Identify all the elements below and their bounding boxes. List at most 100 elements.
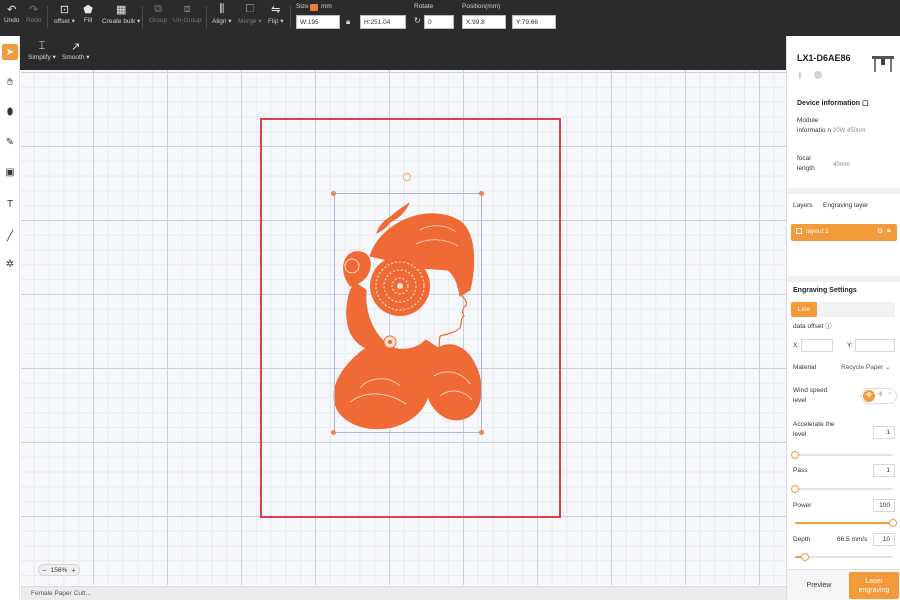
create-bulk-label: Create bulk ▾ xyxy=(102,18,141,25)
focal-length-label: focal length xyxy=(797,155,815,172)
position-label: Position(mm) xyxy=(462,3,501,10)
zoom-level: 156% xyxy=(50,566,68,574)
smooth-button[interactable]: ↗ Smooth ▾ xyxy=(62,40,89,61)
depth-label: Depth xyxy=(793,536,811,543)
wifi-status-icon xyxy=(814,71,822,79)
resize-handle[interactable] xyxy=(331,191,336,196)
lock-ratio-icon[interactable]: 🔒︎ xyxy=(346,17,350,27)
offset-y-input[interactable] xyxy=(855,339,895,352)
accelerate-slider[interactable] xyxy=(791,451,893,459)
create-bulk-button[interactable]: ▦ Create bulk ▾ xyxy=(102,3,141,26)
merge-button[interactable]: ⧠ Merge ▾ xyxy=(238,3,262,26)
laser-device-icon xyxy=(872,56,894,72)
device-info-title[interactable]: Device information ▢ xyxy=(797,99,869,107)
rotate-input[interactable]: 0 xyxy=(424,15,454,29)
preview-button[interactable]: Preview xyxy=(793,576,845,596)
power-slider[interactable] xyxy=(795,519,897,527)
fan-off-icon[interactable]: ○ xyxy=(888,391,892,397)
mode-selector: Line xyxy=(791,302,895,317)
mode-line-button[interactable]: Line xyxy=(791,302,817,317)
height-input[interactable]: H:251.04 xyxy=(360,15,406,29)
fill-label: Fill xyxy=(83,17,93,24)
section-divider xyxy=(787,188,900,194)
group-icon: ⧉ xyxy=(154,2,162,15)
toolbar-divider xyxy=(142,6,143,28)
laser-engraving-button[interactable]: Laser engraving xyxy=(849,572,899,599)
line-tool-icon[interactable]: ╱ xyxy=(2,228,18,244)
tab-engraving-layer[interactable]: Engraving layer xyxy=(823,201,868,211)
depth-input[interactable]: 10 xyxy=(873,533,895,546)
wind-speed-label: Wind speed level xyxy=(793,387,828,404)
power-label: Power xyxy=(793,502,812,509)
select-tool-icon[interactable]: ➤ xyxy=(2,44,18,60)
info-icon: ▢ xyxy=(861,100,869,107)
fan-high-icon[interactable]: ✤ xyxy=(863,390,875,402)
layer-settings-icon[interactable]: ⚙ xyxy=(877,227,883,235)
shape-tool-icon[interactable]: ⬮ xyxy=(2,104,18,120)
fill-button[interactable]: ⬟ Fill xyxy=(82,3,94,25)
simplify-label: Simplify ▾ xyxy=(28,54,56,61)
pass-slider-knob[interactable] xyxy=(791,485,799,493)
engraving-settings-title: Engraving Settings xyxy=(793,287,857,294)
offset-label: offset ▾ xyxy=(54,18,75,25)
image-tool-icon[interactable]: ▣ xyxy=(2,164,18,180)
undo-button[interactable]: ↶ Undo xyxy=(4,3,20,25)
zoom-in-button[interactable]: + xyxy=(71,566,76,575)
redo-button[interactable]: ↷ Redo xyxy=(26,3,42,25)
flip-button[interactable]: ⇋ Flip ▾ xyxy=(268,3,284,26)
accelerate-input[interactable]: 1 xyxy=(873,426,895,439)
hand-tool-icon[interactable]: ✋︎ xyxy=(2,74,18,90)
toolbar-divider xyxy=(206,6,207,28)
file-tab-bar: Female Paper Cutt... xyxy=(21,586,786,600)
undo-icon: ↶ xyxy=(7,3,17,16)
position-y-input[interactable]: Y:79.66 xyxy=(512,15,556,29)
pen-tool-icon[interactable]: ✎ xyxy=(2,134,18,150)
accelerate-slider-knob[interactable] xyxy=(791,451,799,459)
text-tool-icon[interactable]: T xyxy=(2,196,18,212)
ungroup-label: Un-Group xyxy=(173,17,202,24)
fill-icon: ⬟ xyxy=(83,3,93,16)
rotate-handle[interactable] xyxy=(403,173,411,181)
align-button[interactable]: ⫼ Align ▾ xyxy=(212,2,232,26)
pass-input[interactable]: 1 xyxy=(873,464,895,477)
group-button[interactable]: ⧉ Group xyxy=(149,2,167,25)
simplify-button[interactable]: ⌶ Simplify ▾ xyxy=(28,40,56,61)
offset-y-label: Y: xyxy=(847,342,853,349)
ungroup-button[interactable]: ⧈ Un-Group xyxy=(173,3,202,25)
fan-mid-icon[interactable]: ✣ xyxy=(878,391,883,398)
power-input[interactable]: 100 xyxy=(873,499,895,512)
top-toolbar: ↶ Undo ↷ Redo ⊡ offset ▾ ⬟ Fill ▦ Create… xyxy=(0,0,900,36)
depth-slider-knob[interactable] xyxy=(800,553,809,561)
offset-button[interactable]: ⊡ offset ▾ xyxy=(54,3,75,26)
layer-row[interactable]: layout 1 ⚙ 🔒︎ xyxy=(791,224,897,241)
wind-speed-selector: ✤ ✣ ○ xyxy=(861,388,897,404)
offset-x-input[interactable] xyxy=(801,339,833,352)
toolbar-divider xyxy=(290,6,291,28)
width-input[interactable]: W:195 xyxy=(296,15,340,29)
material-select[interactable]: Recycle Paper ⌄ xyxy=(841,363,891,373)
power-slider-knob[interactable] xyxy=(889,519,897,527)
align-icon: ⫼ xyxy=(219,2,225,15)
resize-handle[interactable] xyxy=(479,430,484,435)
grid-icon: ▦ xyxy=(115,3,127,16)
size-label: Size xyxy=(296,3,309,10)
left-toolbar: ➤ ✋︎ ⬮ ✎ ▣ T ╱ ✲ xyxy=(0,36,20,600)
depth-slider[interactable] xyxy=(795,553,893,561)
unit-toggle[interactable] xyxy=(310,4,318,11)
material-label: Material xyxy=(793,364,817,371)
unit-label: mm xyxy=(321,3,332,10)
pass-slider[interactable] xyxy=(791,485,893,493)
zoom-out-button[interactable]: − xyxy=(42,566,47,575)
layer-lock-icon[interactable]: 🔒︎ xyxy=(887,227,891,235)
resize-handle[interactable] xyxy=(479,191,484,196)
smooth-icon: ↗ xyxy=(71,41,81,53)
action-bar: Preview Laser engraving xyxy=(787,569,900,600)
magic-tool-icon[interactable]: ✲ xyxy=(2,256,18,272)
resize-handle[interactable] xyxy=(331,430,336,435)
right-panel: LX1-D6AE86 ᛒ Device information ▢ Module… xyxy=(786,36,900,600)
position-x-input[interactable]: X:99.8 xyxy=(462,15,506,29)
merge-label: Merge ▾ xyxy=(238,18,262,25)
tab-layers[interactable]: Layers xyxy=(793,201,813,211)
file-tab[interactable]: Female Paper Cutt... xyxy=(31,590,91,597)
selection-bounding-box[interactable] xyxy=(334,193,482,433)
